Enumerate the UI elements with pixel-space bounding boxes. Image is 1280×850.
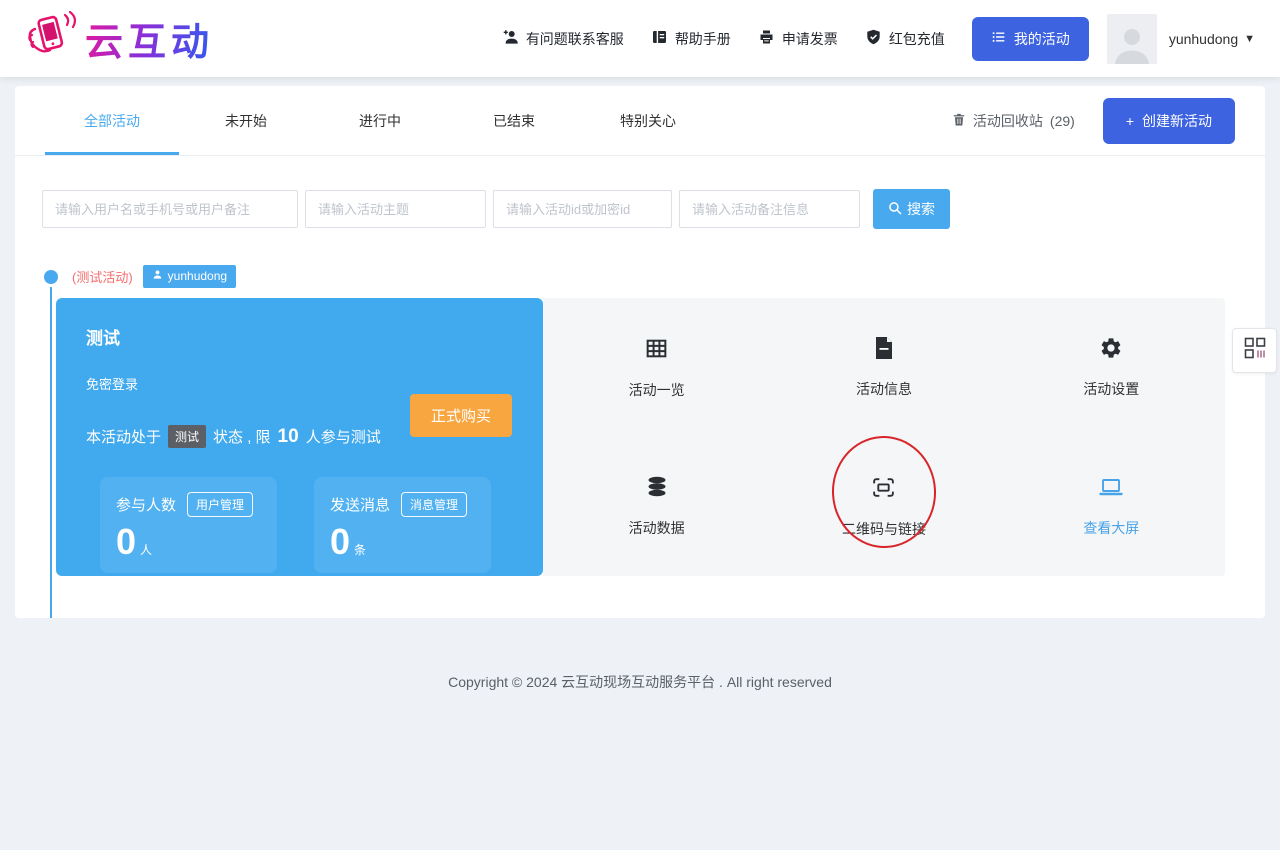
- search-button[interactable]: 搜索: [873, 189, 950, 229]
- contact-support-icon: [502, 29, 519, 48]
- action-label: 二维码与链接: [841, 520, 926, 537]
- search-activity-id-input[interactable]: [493, 190, 672, 228]
- recycle-bin-count: (29): [1049, 112, 1075, 129]
- create-activity-label: 创建新活动: [1142, 112, 1212, 129]
- search-remark-input[interactable]: [679, 190, 860, 228]
- user-menu[interactable]: yunhudong ▼: [1169, 31, 1255, 47]
- gear-icon: [1099, 336, 1123, 363]
- activity-header-row: (测试活动) yunhudong: [15, 265, 1265, 288]
- recycle-bin-link[interactable]: 活动回收站 (29): [952, 111, 1075, 131]
- document-icon: [873, 336, 895, 363]
- tab-ended[interactable]: 已结束: [447, 86, 581, 155]
- search-user-input[interactable]: [42, 190, 298, 228]
- tab-in-progress[interactable]: 进行中: [313, 86, 447, 155]
- action-activity-info[interactable]: 活动信息: [770, 298, 997, 437]
- person-icon: [152, 269, 163, 283]
- top-nav: 有问题联系客服 帮助手册 申请发票 红包充值 我的活动 yunhudong ▼: [502, 13, 1255, 64]
- manual-book-icon: [651, 29, 668, 48]
- logo-phone-hand-icon: [25, 10, 77, 66]
- logo-text: 云互动: [85, 11, 214, 66]
- username: yunhudong: [1168, 30, 1239, 47]
- avatar[interactable]: [1106, 13, 1157, 64]
- search-button-label: 搜索: [907, 201, 935, 217]
- top-header: 云互动 有问题联系客服 帮助手册 申请发票 红包充值 我的活动 yunhudon…: [0, 0, 1280, 77]
- nav-redpacket-recharge[interactable]: 红包充值: [865, 29, 945, 49]
- activity-owner-badge[interactable]: yunhudong: [142, 265, 237, 288]
- logo[interactable]: 云互动: [25, 10, 214, 66]
- status-middle: 状态 , 限: [213, 429, 271, 446]
- create-activity-button[interactable]: + 创建新活动: [1102, 97, 1235, 144]
- activity-actions-panel: 活动一览 活动信息 活动设置 活动数据 二维码与链接 查看大屏: [543, 298, 1225, 576]
- activity-login-mode: 免密登录: [86, 377, 139, 392]
- action-view-big-screen[interactable]: 查看大屏: [998, 437, 1225, 576]
- tab-bar: 全部活动 未开始 进行中 已结束 特别关心 活动回收站 (29) + 创建新活动: [15, 86, 1265, 156]
- action-label: 活动设置: [1083, 381, 1140, 397]
- tab-special-follow[interactable]: 特别关心: [581, 86, 715, 155]
- nav-label: 申请发票: [781, 30, 838, 47]
- floating-qr-button[interactable]: [1232, 328, 1277, 373]
- participants-unit: 人: [140, 543, 153, 557]
- action-label: 查看大屏: [1083, 520, 1140, 536]
- user-manage-button[interactable]: 用户管理: [187, 492, 254, 517]
- messages-unit: 条: [354, 543, 367, 557]
- action-activity-data[interactable]: 活动数据: [543, 437, 770, 576]
- nav-help-manual[interactable]: 帮助手册: [651, 29, 731, 49]
- action-label: 活动数据: [628, 520, 685, 536]
- list-icon: [991, 30, 1006, 47]
- activity-item: (测试活动) yunhudong 测试 免密登录 本活动处于 测试 状态 , 限…: [15, 265, 1265, 618]
- status-participant-limit: 10: [277, 425, 299, 447]
- tab-not-started[interactable]: 未开始: [179, 86, 313, 155]
- plus-icon: +: [1125, 112, 1134, 129]
- messages-count: 0: [330, 521, 351, 562]
- official-purchase-button[interactable]: 正式购买: [409, 394, 512, 437]
- status-prefix: 本活动处于: [86, 429, 162, 446]
- laptop-icon: [1098, 475, 1124, 502]
- invoice-printer-icon: [758, 29, 775, 48]
- activity-summary-card: 测试 免密登录 本活动处于 测试 状态 , 限 10 人参与测试 正式购买 参与…: [56, 298, 543, 576]
- chevron-down-icon: ▼: [1244, 32, 1255, 45]
- grid-icon: [644, 336, 669, 364]
- tab-all-activities[interactable]: 全部活动: [45, 86, 179, 155]
- my-activities-label: 我的活动: [1013, 30, 1070, 47]
- mini-qr-icon: [1244, 337, 1266, 364]
- qr-scan-icon: [871, 475, 896, 503]
- status-suffix: 人参与测试: [305, 429, 381, 446]
- tab-bar-actions: 活动回收站 (29) + 创建新活动: [952, 97, 1235, 144]
- action-label: 活动一览: [628, 381, 685, 398]
- nav-label: 帮助手册: [674, 30, 731, 47]
- search-topic-input[interactable]: [305, 190, 486, 228]
- action-qrcode-link[interactable]: 二维码与链接: [770, 437, 997, 576]
- activity-title: 测试: [86, 329, 120, 348]
- action-label: 活动信息: [855, 381, 912, 397]
- nav-label: 红包充值: [888, 30, 945, 47]
- action-activity-overview[interactable]: 活动一览: [543, 298, 770, 437]
- nav-label: 有问题联系客服: [525, 30, 624, 47]
- status-badge: 测试: [168, 425, 207, 448]
- database-icon: [645, 475, 669, 502]
- activity-tag: (测试活动): [72, 270, 133, 285]
- activity-stats: 参与人数 用户管理 0 人 发送消息 消息管理 0 条: [100, 477, 521, 573]
- trash-icon: [952, 112, 966, 130]
- timeline-line: [50, 287, 52, 618]
- messages-stat-card[interactable]: 发送消息 消息管理 0 条: [314, 477, 491, 573]
- participants-stat-card[interactable]: 参与人数 用户管理 0 人: [100, 477, 277, 573]
- activity-status-dot: [44, 269, 58, 284]
- footer-copyright: Copyright © 2024 云互动现场互动服务平台 . All right…: [448, 674, 832, 690]
- recharge-shield-icon: [865, 29, 882, 48]
- tabs: 全部活动 未开始 进行中 已结束 特别关心: [15, 86, 715, 155]
- search-icon: [888, 201, 902, 218]
- action-activity-settings[interactable]: 活动设置: [998, 298, 1225, 437]
- search-filters: 搜索: [15, 156, 1265, 229]
- recycle-bin-label: 活动回收站: [972, 112, 1043, 129]
- nav-apply-invoice[interactable]: 申请发票: [758, 29, 838, 49]
- messages-label: 发送消息: [330, 497, 391, 514]
- activity-owner-name: yunhudong: [167, 269, 228, 283]
- participants-count: 0: [116, 521, 137, 562]
- activity-panel: 测试 免密登录 本活动处于 测试 状态 , 限 10 人参与测试 正式购买 参与…: [56, 298, 1225, 576]
- main-content-card: 全部活动 未开始 进行中 已结束 特别关心 活动回收站 (29) + 创建新活动…: [15, 86, 1265, 618]
- participants-label: 参与人数: [116, 497, 177, 514]
- message-manage-button[interactable]: 消息管理: [401, 492, 468, 517]
- nav-contact-support[interactable]: 有问题联系客服: [502, 29, 624, 49]
- my-activities-button[interactable]: 我的活动: [971, 16, 1089, 61]
